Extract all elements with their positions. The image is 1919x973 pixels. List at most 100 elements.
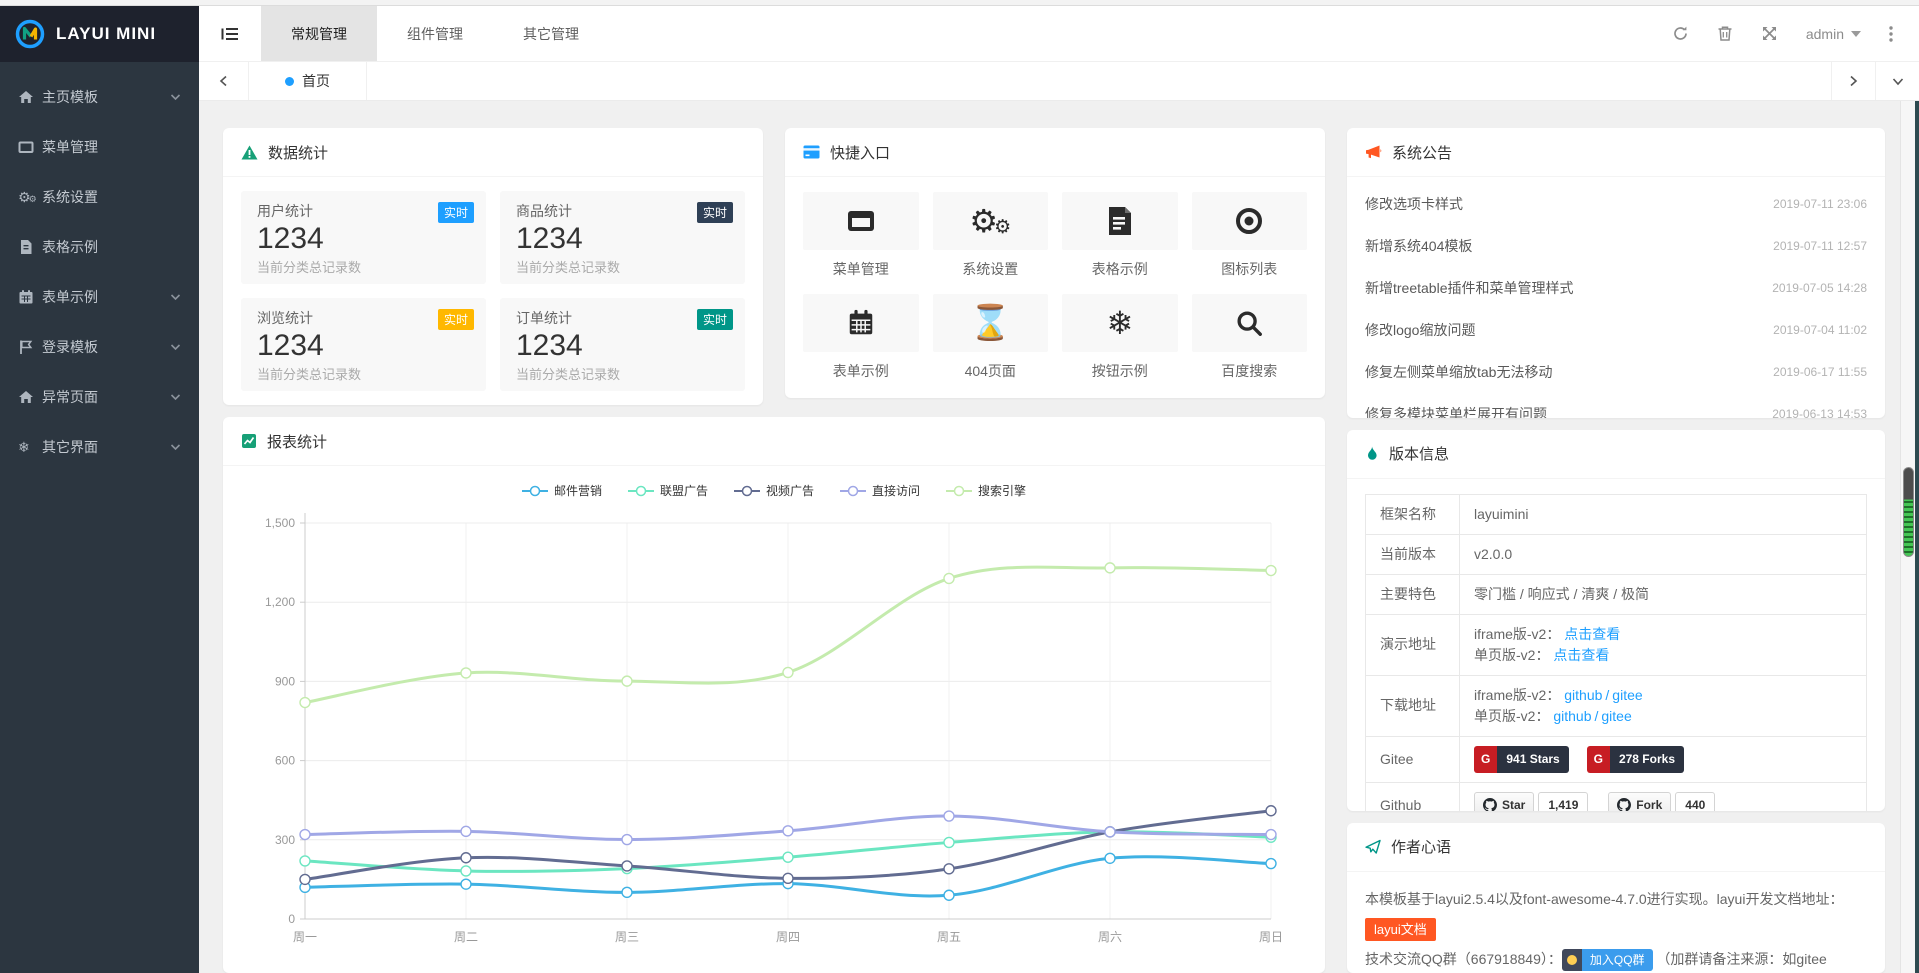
page-tabbar: 首页 (199, 62, 1919, 101)
sidebar-item-error-pages[interactable]: 异常页面 (0, 372, 199, 422)
refresh-icon[interactable] (1672, 25, 1689, 42)
announcement-row[interactable]: 修复左侧菜单缩放tab无法移动 2019-06-17 11:55 (1365, 351, 1867, 393)
legend-item[interactable]: 直接访问 (840, 482, 920, 499)
download-link-gitee[interactable]: gitee (1612, 687, 1642, 703)
quick-item-buttons[interactable]: ❄ 按钮示例 (1062, 294, 1178, 381)
snowflake-icon: ❄ (1062, 294, 1178, 352)
legend-item[interactable]: 视频广告 (734, 482, 814, 499)
svg-text:300: 300 (275, 833, 295, 847)
download-link-gitee[interactable]: gitee (1601, 708, 1631, 724)
panel-title: 系统公告 (1392, 142, 1452, 163)
announcement-row[interactable]: 修改logo缩放问题 2019-07-04 11:02 (1365, 309, 1867, 351)
tabs-dropdown-icon[interactable] (1875, 62, 1919, 100)
screen-right-edge (1915, 101, 1919, 973)
window-icon (18, 139, 42, 155)
page-content: 数据统计 用户统计 1234 当前分类总记录数 实时 商品统计 1 (199, 101, 1919, 973)
header-toolbar: admin (1672, 6, 1919, 61)
chevron-down-icon (170, 343, 181, 351)
calendar-icon (18, 289, 42, 305)
stat-card-orders[interactable]: 订单统计 1234 当前分类总记录数 实时 (500, 298, 745, 391)
stat-card-goods[interactable]: 商品统计 1234 当前分类总记录数 实时 (500, 191, 745, 284)
download-link-github[interactable]: github (1553, 708, 1591, 724)
caret-down-icon (1851, 31, 1861, 37)
main-column: 常规管理 组件管理 其它管理 admin (199, 6, 1919, 973)
github-fork-count[interactable]: 440 (1675, 792, 1715, 811)
file-icon (18, 239, 42, 255)
brand-title: LAYUI MINI (56, 24, 156, 44)
active-tab-dot (285, 77, 294, 86)
quick-item-table[interactable]: 表格示例 (1062, 192, 1178, 279)
more-vertical-icon[interactable] (1889, 26, 1893, 42)
join-qq-group-badge[interactable]: 加入QQ群 (1562, 949, 1653, 971)
page-scrollbar[interactable] (1900, 101, 1915, 973)
author-text: 本模板基于layui2.5.4以及font-awesome-4.7.0进行实现。… (1347, 872, 1885, 973)
panel-title: 快捷入口 (830, 142, 890, 163)
flag-icon (18, 339, 42, 355)
report-chart: 03006009001,2001,500周一周二周三周四周五周六周日 (243, 503, 1305, 971)
scrollbar-thumb[interactable] (1903, 467, 1914, 557)
github-fork-button[interactable]: Fork (1608, 792, 1671, 811)
svg-text:周四: 周四 (776, 930, 800, 944)
panel-header: 数据统计 (223, 128, 763, 177)
quick-item-settings[interactable]: ⚙⚙ 系统设置 (933, 192, 1049, 279)
sidebar-item-system-settings[interactable]: ⚙⚙ 系统设置 (0, 172, 199, 222)
quick-item-icons[interactable]: 图标列表 (1192, 192, 1308, 279)
tabs-scroll-left-icon[interactable] (199, 62, 249, 100)
panel-header: 报表统计 (223, 417, 1325, 466)
sidebar-item-form-example[interactable]: 表单示例 (0, 272, 199, 322)
svg-text:周日: 周日 (1259, 930, 1283, 944)
legend-item[interactable]: 联盟广告 (628, 482, 708, 499)
username: admin (1806, 26, 1844, 42)
header-tab-general[interactable]: 常规管理 (261, 6, 377, 61)
panel-header: 版本信息 (1347, 430, 1885, 479)
panel-data-statistics: 数据统计 用户统计 1234 当前分类总记录数 实时 商品统计 1 (223, 128, 763, 405)
stat-card-users[interactable]: 用户统计 1234 当前分类总记录数 实时 (241, 191, 486, 284)
clear-cache-icon[interactable] (1717, 25, 1733, 42)
calendar-icon (803, 294, 919, 352)
gitee-stars-badge[interactable]: G941 Stars (1474, 746, 1569, 773)
sidebar-item-other-ui[interactable]: ❄ 其它界面 (0, 422, 199, 472)
version-table: 框架名称 layuimini 当前版本 v2.0.0 主要特色 零门槛 / 响应… (1365, 494, 1867, 811)
sidebar-item-menu-management[interactable]: 菜单管理 (0, 122, 199, 172)
announcement-list: 修改选项卡样式 2019-07-11 23:06 新增系统404模板 2019-… (1347, 177, 1885, 418)
sidebar-item-login-template[interactable]: 登录模板 (0, 322, 199, 372)
github-star-button[interactable]: Star (1474, 792, 1534, 811)
stat-card-views[interactable]: 浏览统计 1234 当前分类总记录数 实时 (241, 298, 486, 391)
announcement-row[interactable]: 修复多模块菜单栏展开有问题 2019-06-13 14:53 (1365, 393, 1867, 418)
status-badge: 实时 (438, 202, 474, 223)
github-star-count[interactable]: 1,419 (1538, 792, 1588, 811)
quick-item-menu[interactable]: 菜单管理 (803, 192, 919, 279)
tab-home[interactable]: 首页 (249, 62, 367, 100)
line-chart-icon (241, 433, 257, 449)
header-tab-other[interactable]: 其它管理 (493, 6, 609, 61)
legend-item[interactable]: 搜索引擎 (946, 482, 1026, 499)
demo-link-onepage[interactable]: 点击查看 (1553, 647, 1609, 663)
status-badge: 实时 (438, 309, 474, 330)
gitee-forks-badge[interactable]: G278 Forks (1587, 746, 1684, 773)
layui-doc-badge[interactable]: layui文档 (1365, 918, 1436, 941)
tabs-scroll-right-icon[interactable] (1831, 62, 1875, 100)
quick-item-baidu-search[interactable]: 百度搜索 (1192, 294, 1308, 381)
window-icon (803, 192, 919, 250)
legend-item[interactable]: 邮件营销 (522, 482, 602, 499)
header-tab-components[interactable]: 组件管理 (377, 6, 493, 61)
table-row: 演示地址 iframe版-v2： 点击查看 单页版-v2： 点击查看 (1366, 614, 1867, 675)
fullscreen-icon[interactable] (1761, 25, 1778, 42)
quick-item-404[interactable]: ⌛ 404页面 (933, 294, 1049, 381)
sidebar-item-table-example[interactable]: 表格示例 (0, 222, 199, 272)
sidebar-toggle-icon[interactable] (199, 6, 261, 61)
announcement-row[interactable]: 新增treetable插件和菜单管理样式 2019-07-05 14:28 (1365, 267, 1867, 309)
table-row: 框架名称 layuimini (1366, 494, 1867, 534)
announcement-row[interactable]: 修改选项卡样式 2019-07-11 23:06 (1365, 183, 1867, 225)
announcement-row[interactable]: 新增系统404模板 2019-07-11 12:57 (1365, 225, 1867, 267)
sidebar-item-home-template[interactable]: 主页模板 (0, 72, 199, 122)
snowflake-icon: ❄ (18, 439, 42, 456)
svg-text:1,200: 1,200 (265, 595, 295, 609)
quick-item-form[interactable]: 表单示例 (803, 294, 919, 381)
user-menu[interactable]: admin (1806, 26, 1861, 42)
demo-link-iframe[interactable]: 点击查看 (1564, 626, 1620, 642)
panel-title: 数据统计 (268, 142, 328, 163)
brand-logo[interactable]: LAYUI MINI (0, 6, 199, 62)
download-link-github[interactable]: github (1564, 687, 1602, 703)
quick-grid: 菜单管理 ⚙⚙ 系统设置 表格示例 (785, 177, 1325, 396)
